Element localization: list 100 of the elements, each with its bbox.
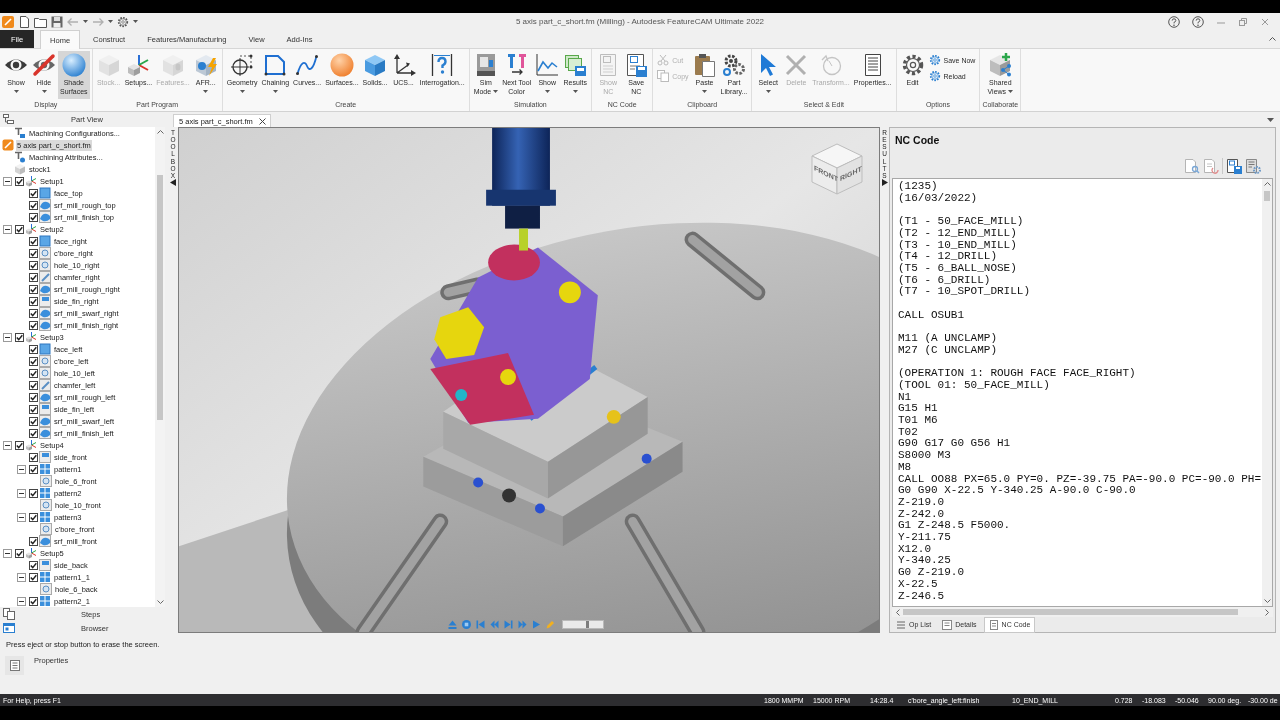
new-document-icon[interactable] bbox=[18, 15, 30, 28]
chevron-up-icon[interactable] bbox=[1263, 182, 1271, 186]
folder-icon[interactable] bbox=[34, 15, 47, 28]
expand-toggle[interactable] bbox=[3, 332, 12, 342]
caret-icon[interactable] bbox=[203, 89, 209, 93]
share-cube-icon bbox=[988, 53, 1013, 77]
checkbox[interactable] bbox=[29, 572, 38, 582]
checkbox[interactable] bbox=[15, 176, 24, 186]
expand-toggle[interactable] bbox=[3, 176, 12, 186]
save-icon[interactable] bbox=[51, 15, 63, 28]
checkbox[interactable] bbox=[29, 272, 38, 282]
caret-icon[interactable] bbox=[272, 89, 278, 93]
line-chart-icon bbox=[535, 53, 560, 77]
expand-toggle[interactable] bbox=[17, 488, 26, 498]
chevron-right-icon[interactable] bbox=[1265, 608, 1269, 616]
expand-toggle[interactable] bbox=[17, 596, 26, 606]
checkbox[interactable] bbox=[29, 464, 38, 474]
checkbox[interactable] bbox=[29, 248, 38, 258]
checkbox[interactable] bbox=[29, 404, 38, 414]
checkbox[interactable] bbox=[29, 308, 38, 318]
caret-icon[interactable] bbox=[133, 20, 138, 23]
expand-toggle[interactable] bbox=[17, 512, 26, 522]
close-icon[interactable] bbox=[258, 117, 266, 125]
expand-toggle[interactable] bbox=[3, 440, 12, 450]
chevron-up-icon[interactable] bbox=[1269, 37, 1276, 41]
right-arrow-icon[interactable] bbox=[881, 179, 888, 186]
checkbox[interactable] bbox=[29, 452, 38, 462]
vertical-scrollbar[interactable] bbox=[1262, 179, 1272, 606]
expand-toggle[interactable] bbox=[17, 572, 26, 582]
cube-icon bbox=[14, 163, 26, 175]
panel-title: NC Code bbox=[895, 134, 941, 146]
caret-icon[interactable] bbox=[1008, 90, 1014, 94]
caret-icon[interactable] bbox=[493, 90, 499, 94]
caret-icon[interactable] bbox=[544, 89, 550, 93]
checkbox[interactable] bbox=[29, 200, 38, 210]
cube-axes-icon bbox=[25, 331, 37, 343]
checkbox[interactable] bbox=[29, 380, 38, 390]
checkbox[interactable] bbox=[29, 188, 38, 198]
properties-button[interactable] bbox=[5, 656, 24, 675]
caret-icon[interactable] bbox=[108, 20, 113, 23]
speed-slider[interactable] bbox=[562, 620, 604, 629]
x-mark-icon bbox=[784, 53, 809, 77]
checkbox[interactable] bbox=[29, 344, 38, 354]
code-line: G90 G17 G0 G56 H1 bbox=[898, 438, 1012, 451]
checkbox[interactable] bbox=[15, 332, 24, 342]
expand-toggle[interactable] bbox=[3, 548, 12, 558]
checkbox[interactable] bbox=[29, 428, 38, 438]
chevron-down-icon[interactable] bbox=[1263, 599, 1271, 603]
checkbox[interactable] bbox=[15, 548, 24, 558]
horizontal-scrollbar[interactable] bbox=[892, 607, 1273, 617]
checkbox[interactable] bbox=[29, 296, 38, 306]
caret-icon[interactable] bbox=[239, 89, 245, 93]
help-icon[interactable] bbox=[1192, 15, 1204, 28]
caret-icon[interactable] bbox=[13, 89, 19, 93]
caret-icon[interactable] bbox=[702, 89, 708, 93]
checkbox[interactable] bbox=[29, 212, 38, 222]
checkbox[interactable] bbox=[29, 416, 38, 426]
checkbox[interactable] bbox=[29, 596, 38, 606]
help-icon[interactable] bbox=[1168, 15, 1180, 28]
scrollbar-thumb[interactable] bbox=[903, 609, 1238, 615]
cube-hole-icon bbox=[161, 53, 185, 77]
slider-thumb[interactable] bbox=[586, 621, 589, 628]
caret-icon[interactable] bbox=[83, 20, 88, 23]
caret-icon[interactable] bbox=[41, 89, 47, 93]
caret-icon[interactable] bbox=[1267, 117, 1274, 122]
caret-icon[interactable] bbox=[765, 89, 771, 93]
checkbox[interactable] bbox=[29, 236, 38, 246]
scrollbar-thumb[interactable] bbox=[1264, 191, 1270, 201]
checkbox[interactable] bbox=[29, 260, 38, 270]
checkbox[interactable] bbox=[29, 368, 38, 378]
chevron-up-icon[interactable] bbox=[156, 130, 164, 134]
copy-pages-icon[interactable] bbox=[3, 608, 15, 620]
hole-icon bbox=[39, 367, 51, 379]
blob-tile-icon bbox=[39, 535, 51, 547]
skip-start-icon[interactable] bbox=[476, 620, 485, 629]
document-save-icon[interactable] bbox=[1226, 158, 1242, 174]
checkbox[interactable] bbox=[29, 512, 38, 522]
view-cube[interactable] bbox=[809, 141, 865, 197]
document-icon bbox=[988, 619, 999, 630]
checkbox[interactable] bbox=[29, 320, 38, 330]
browser-window-icon[interactable] bbox=[3, 622, 15, 634]
caret-icon[interactable] bbox=[572, 89, 578, 93]
checkbox[interactable] bbox=[29, 560, 38, 570]
scrollbar-thumb[interactable] bbox=[157, 175, 163, 420]
expand-toggle[interactable] bbox=[3, 224, 12, 234]
checkbox[interactable] bbox=[15, 440, 24, 450]
settings-icon[interactable] bbox=[117, 15, 129, 28]
checkbox[interactable] bbox=[29, 392, 38, 402]
checkbox[interactable] bbox=[29, 284, 38, 294]
code-line: Y-340.25 bbox=[898, 555, 952, 568]
chevron-down-icon[interactable] bbox=[156, 600, 164, 604]
expand-toggle[interactable] bbox=[17, 464, 26, 474]
chevron-left-icon[interactable] bbox=[896, 608, 900, 616]
checkbox[interactable] bbox=[29, 356, 38, 366]
checkbox[interactable] bbox=[15, 224, 24, 234]
hole-icon bbox=[39, 247, 51, 259]
left-arrow-icon[interactable] bbox=[170, 179, 176, 186]
hole-icon bbox=[39, 355, 51, 367]
checkbox[interactable] bbox=[29, 536, 38, 546]
checkbox[interactable] bbox=[29, 488, 38, 498]
